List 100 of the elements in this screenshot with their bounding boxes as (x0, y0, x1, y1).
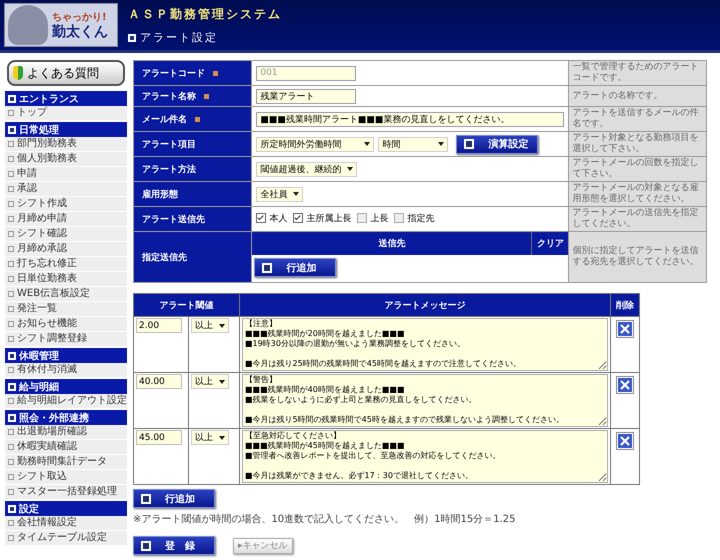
register-button[interactable]: 登 録 (133, 536, 215, 556)
page-title: アラート設定 (140, 30, 218, 45)
dropdown[interactable]: 以上 (191, 430, 229, 445)
caret-icon (219, 436, 225, 440)
bullet-icon (8, 336, 14, 342)
sidebar-item[interactable]: 有休付与消滅 (5, 363, 127, 378)
threshold-field[interactable]: 40.00 (136, 374, 182, 389)
field-label: アラート名称 (134, 86, 252, 106)
square-icon (128, 34, 136, 42)
sidebar-item[interactable]: 打ち忘れ修正 (5, 257, 127, 272)
square-icon (141, 540, 151, 551)
checkbox-label: 上長 (370, 212, 388, 225)
section-title: エントランス (19, 92, 79, 106)
sidebar-item[interactable]: 休暇実績確認 (5, 440, 127, 455)
field-description: アラートの名称です。 (568, 86, 706, 106)
caret-icon (293, 192, 300, 196)
sidebar-item[interactable]: 申請 (5, 167, 127, 182)
bullet-icon (8, 535, 14, 541)
sidebar-item[interactable]: 承認 (5, 182, 127, 197)
dropdown[interactable]: 全社員 (256, 186, 304, 202)
column-header: 送信先 (252, 232, 532, 255)
logo-text: 勤太くん (52, 24, 108, 40)
system-title: ＡＳＰ勤務管理システム (128, 6, 282, 23)
dropdown[interactable]: 所定時間外労働時間 (256, 136, 374, 152)
field-description: 個別に指定してアラートを送信する宛先を選択してください。 (568, 232, 706, 282)
dropdown[interactable]: 以上 (191, 318, 229, 333)
checkbox[interactable] (394, 213, 404, 224)
sidebar-item[interactable]: 月締め承認 (5, 242, 127, 257)
sidebar-item[interactable]: シフト調整登録 (5, 332, 127, 347)
section-title: 設定 (19, 502, 39, 516)
dropdown[interactable]: 以上 (191, 374, 229, 389)
note-text: ※アラート閾値が時間の場合、10進数で記入してください。 例）1時間15分＝1.25 (133, 512, 516, 526)
checkbox[interactable] (293, 213, 304, 224)
square-icon (8, 414, 16, 422)
sidebar-item[interactable]: タイムテーブル設定 (5, 531, 127, 546)
delete-button[interactable] (617, 377, 633, 393)
sidebar-item[interactable]: シフト作成 (5, 197, 127, 212)
sidebar-item[interactable]: 個人別勤務表 (5, 152, 127, 167)
field-description: 一覧で管理するためのアラートコードです。 (568, 60, 706, 86)
sidebar-item[interactable]: 発注一覧 (5, 302, 127, 317)
section-title: 日常処理 (19, 124, 59, 136)
checkbox[interactable] (357, 213, 368, 224)
sidebar-item[interactable]: WEB伝言板設定 (5, 287, 127, 302)
sidebar-item[interactable]: お知らせ機能 (5, 317, 127, 332)
square-icon (8, 94, 16, 102)
calc-settings-button[interactable]: 演算設定 (456, 134, 538, 154)
threshold-field[interactable]: 45.00 (136, 430, 182, 445)
add-row-button[interactable]: 行追加 (133, 489, 215, 508)
sidebar-item[interactable]: 会社情報設定 (5, 516, 127, 531)
square-icon (141, 494, 151, 504)
input-field[interactable]: 残業アラート (256, 88, 356, 104)
bullet-icon (8, 246, 14, 252)
dropdown[interactable]: 時間 (378, 136, 448, 152)
delete-button[interactable] (617, 321, 633, 337)
field-description: アラートメールの対象となる雇用形態を選択してください。 (568, 182, 706, 206)
bullet-icon (8, 201, 14, 207)
checkbox-label: 指定先 (407, 212, 434, 225)
message-field[interactable]: 【至急対応してください】 ■■■残業時間が45時間を越えました■■■ ■管理者へ改善レポートを提出して、至急改善の対応をしてください。 ■今月は残業ができません。必ず17：30で退社してください。 (242, 430, 608, 483)
sidebar-item[interactable]: シフト確認 (5, 227, 127, 242)
field-description: アラートメールの回数を指定して下さい。 (568, 156, 706, 182)
threshold-field[interactable]: 2.00 (136, 318, 182, 333)
bullet-icon (8, 444, 14, 450)
bullet-icon (8, 141, 14, 147)
sidebar-item[interactable]: 月締め申請 (5, 212, 127, 227)
leaf-icon (13, 66, 23, 80)
sidebar-item[interactable]: マスター一括登録処理 (5, 485, 127, 500)
sidebar-item[interactable]: トップ (5, 106, 127, 121)
sidebar-item[interactable]: 勤務時間集計データ (5, 455, 127, 470)
add-row-button[interactable]: 行追加 (254, 258, 336, 277)
bullet-icon (8, 306, 14, 312)
message-field[interactable]: 【警告】 ■■■残業時間が40時間を越えました■■■ ■残業をしないように必ず上司と業務の見直しをしてください。 ■今月は残り5時間の残業時間で45時を越えますので残業しないよう調整してください。 (242, 374, 608, 427)
bullet-icon (8, 321, 14, 327)
checkbox[interactable] (256, 213, 266, 224)
input-field[interactable]: ■■■残業時間アラート■■■業務の見直しをしてください。 (256, 112, 564, 126)
sidebar-item[interactable]: 日単位勤務表 (5, 272, 127, 287)
bullet-icon (8, 156, 14, 162)
dropdown[interactable]: 閾値超過後、継続的 (256, 162, 358, 176)
delete-button[interactable] (617, 433, 633, 449)
bullet-icon (8, 520, 14, 526)
bullet-icon (8, 459, 14, 465)
caret-icon (219, 324, 225, 328)
sidebar-item[interactable]: 部門別勤務表 (5, 137, 127, 152)
field-label: アラート方法 (134, 156, 252, 182)
caret-icon (347, 167, 354, 171)
sidebar-item[interactable]: 出退勤場所確認 (5, 425, 127, 440)
field-label: 雇用形態 (134, 182, 252, 206)
section-title: 休暇管理 (19, 350, 59, 362)
bullet-icon (8, 171, 14, 177)
sidebar-item[interactable]: 給与明細レイアウト設定 (5, 394, 127, 409)
caret-icon (438, 142, 444, 146)
bullet-icon (8, 186, 14, 192)
square-icon (8, 504, 16, 512)
column-header: 削除 (610, 294, 640, 316)
faq-button[interactable]: よくある質問 (7, 60, 125, 86)
column-header: アラートメッセージ (240, 294, 610, 316)
bullet-icon (8, 291, 14, 297)
bullet-icon (8, 474, 14, 480)
sidebar-item[interactable]: シフト取込 (5, 470, 127, 485)
message-field[interactable]: 【注意】 ■■■残業時間が20時間を越えました■■■ ■19時30分以降の退勤が無いよう業務調整をしてください。 ■今月は残り25時間の残業時間で45時間を越えますので注意してください。 (242, 318, 608, 371)
field-description: アラートメールの送信先を指定してください。 (568, 206, 706, 232)
